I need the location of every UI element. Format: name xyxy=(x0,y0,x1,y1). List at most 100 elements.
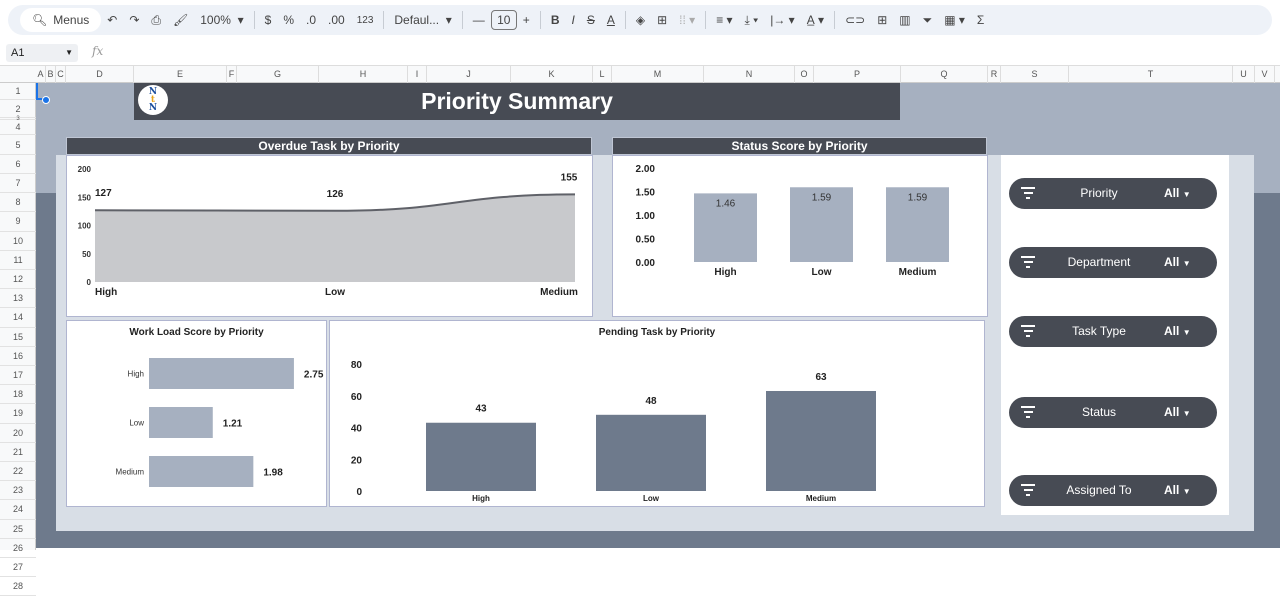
column-header[interactable]: N xyxy=(704,66,795,83)
text-wrap-icon[interactable]: |→ ▾ xyxy=(764,8,800,32)
row-header[interactable]: 6 xyxy=(0,155,36,174)
row-header[interactable]: 20 xyxy=(0,424,36,443)
column-header[interactable]: L xyxy=(593,66,612,83)
row-header[interactable]: 13 xyxy=(0,289,36,309)
fill-color-icon[interactable]: ◈ xyxy=(630,8,651,32)
x-tick-label: Medium xyxy=(899,267,937,278)
column-header[interactable]: P xyxy=(814,66,901,83)
font-select[interactable]: Defaul... ▾ xyxy=(388,8,457,32)
more-formats-button[interactable]: 123 xyxy=(351,8,380,32)
row-header[interactable]: 23 xyxy=(0,481,36,501)
filter-assigned-to[interactable]: Assigned To All ▼ xyxy=(1009,475,1217,506)
row-header[interactable]: 10 xyxy=(0,232,36,251)
decrease-decimal-button[interactable]: .0 xyxy=(300,8,322,32)
row-header[interactable]: 28 xyxy=(0,577,36,596)
filter-task-type[interactable]: Task Type All ▼ xyxy=(1009,316,1217,347)
divider xyxy=(539,11,541,29)
row-header[interactable]: 8 xyxy=(0,193,36,213)
column-header[interactable]: B xyxy=(46,66,56,83)
percent-button[interactable]: % xyxy=(277,8,300,32)
filter-value-dropdown[interactable]: All ▼ xyxy=(1164,186,1191,200)
filter-priority[interactable]: Priority All ▼ xyxy=(1009,178,1217,209)
column-header[interactable]: T xyxy=(1069,66,1233,83)
filter-label: Assigned To xyxy=(1066,483,1132,497)
row-header[interactable]: 25 xyxy=(0,520,36,539)
column-header[interactable]: K xyxy=(511,66,593,83)
row-header[interactable]: 26 xyxy=(0,539,36,558)
column-header[interactable]: Q xyxy=(901,66,988,83)
column-header[interactable]: V xyxy=(1255,66,1275,83)
filter-department[interactable]: Department All ▼ xyxy=(1009,247,1217,278)
row-header[interactable]: 22 xyxy=(0,462,36,482)
column-header[interactable]: U xyxy=(1233,66,1255,83)
column-header[interactable]: C xyxy=(56,66,66,83)
row-header[interactable]: 21 xyxy=(0,443,36,462)
column-header[interactable]: I xyxy=(408,66,427,83)
filter-status[interactable]: Status All ▼ xyxy=(1009,397,1217,428)
column-header[interactable]: O xyxy=(795,66,814,83)
functions-icon[interactable]: ▦ ▾ xyxy=(938,8,971,32)
x-tick-label: Low xyxy=(325,287,345,298)
name-box[interactable]: A1 ▼ xyxy=(6,44,78,62)
row-header[interactable]: 9 xyxy=(0,212,36,232)
row-header[interactable]: 16 xyxy=(0,347,36,366)
redo-icon[interactable]: ↷ xyxy=(123,8,145,32)
row-header[interactable]: 15 xyxy=(0,328,36,347)
filter-value-dropdown[interactable]: All ▼ xyxy=(1164,405,1191,419)
comment-icon[interactable]: ⊞ xyxy=(871,8,893,32)
column-header[interactable]: J xyxy=(427,66,511,83)
filter-value-dropdown[interactable]: All ▼ xyxy=(1164,324,1191,338)
row-header[interactable]: 24 xyxy=(0,500,36,520)
column-header[interactable]: E xyxy=(134,66,227,83)
column-headers: ABCDEFGHIJKLMNOPQRSTUV xyxy=(0,65,1280,83)
row-header[interactable]: 27 xyxy=(0,558,36,578)
column-header[interactable]: R xyxy=(988,66,1001,83)
undo-icon[interactable]: ↶ xyxy=(101,8,123,32)
row-header[interactable]: 1 xyxy=(0,83,36,100)
link-icon[interactable]: ⊂⊃ xyxy=(839,8,871,32)
row-header[interactable]: 12 xyxy=(0,270,36,290)
font-size-input[interactable]: 10 xyxy=(490,10,517,30)
merge-cells-icon[interactable]: ⁞⁞ ▾ xyxy=(673,8,701,32)
sum-button[interactable]: Σ xyxy=(971,8,990,32)
column-header[interactable]: D xyxy=(66,66,134,83)
row-header[interactable]: 19 xyxy=(0,404,36,424)
strikethrough-icon[interactable]: S xyxy=(581,8,601,32)
bold-button[interactable]: B xyxy=(545,8,566,32)
row-header[interactable]: 5 xyxy=(0,135,36,155)
column-header[interactable]: F xyxy=(227,66,237,83)
row-header[interactable]: 18 xyxy=(0,385,36,405)
increase-decimal-button[interactable]: .00 xyxy=(322,8,351,32)
row-header[interactable]: 7 xyxy=(0,174,36,194)
print-icon[interactable]: ⎙ xyxy=(145,8,167,32)
data-label: 1.59 xyxy=(908,192,928,203)
filter-value-dropdown[interactable]: All ▼ xyxy=(1164,483,1191,497)
filter-icon[interactable]: ⏷ xyxy=(917,8,939,32)
zoom-select[interactable]: 100% ▾ xyxy=(194,8,249,32)
row-header[interactable]: 4 xyxy=(0,120,36,135)
text-rotation-icon[interactable]: A̲ ▾ xyxy=(801,8,830,32)
row-header[interactable]: 14 xyxy=(0,308,36,328)
paint-format-icon[interactable]: 🖌︎ xyxy=(167,8,194,32)
column-header[interactable]: M xyxy=(612,66,704,83)
column-header[interactable]: G xyxy=(237,66,319,83)
text-color-icon[interactable]: A xyxy=(601,8,621,32)
column-header[interactable]: S xyxy=(1001,66,1069,83)
font-size-decrease-button[interactable]: — xyxy=(467,8,491,32)
currency-button[interactable]: $ xyxy=(259,8,278,32)
vertical-align-icon[interactable]: ⤓ ▾ xyxy=(739,8,765,32)
x-tick-label: Low xyxy=(643,494,660,503)
borders-icon[interactable]: ⊞ xyxy=(651,8,673,32)
row-header[interactable]: 11 xyxy=(0,251,36,270)
horizontal-align-icon[interactable]: ≡ ▾ xyxy=(710,8,738,32)
font-size-increase-button[interactable]: + xyxy=(517,8,536,32)
chart-icon[interactable]: ▥ xyxy=(893,8,916,32)
row-header[interactable]: 17 xyxy=(0,366,36,386)
menus-search-button[interactable]: 🔍︎ Menus xyxy=(20,8,102,32)
data-label: 126 xyxy=(327,189,344,200)
selection-handle[interactable] xyxy=(42,96,50,104)
column-header[interactable]: A xyxy=(36,66,46,83)
italic-button[interactable]: I xyxy=(565,8,580,32)
filter-value-dropdown[interactable]: All ▼ xyxy=(1164,255,1191,269)
column-header[interactable]: H xyxy=(319,66,408,83)
